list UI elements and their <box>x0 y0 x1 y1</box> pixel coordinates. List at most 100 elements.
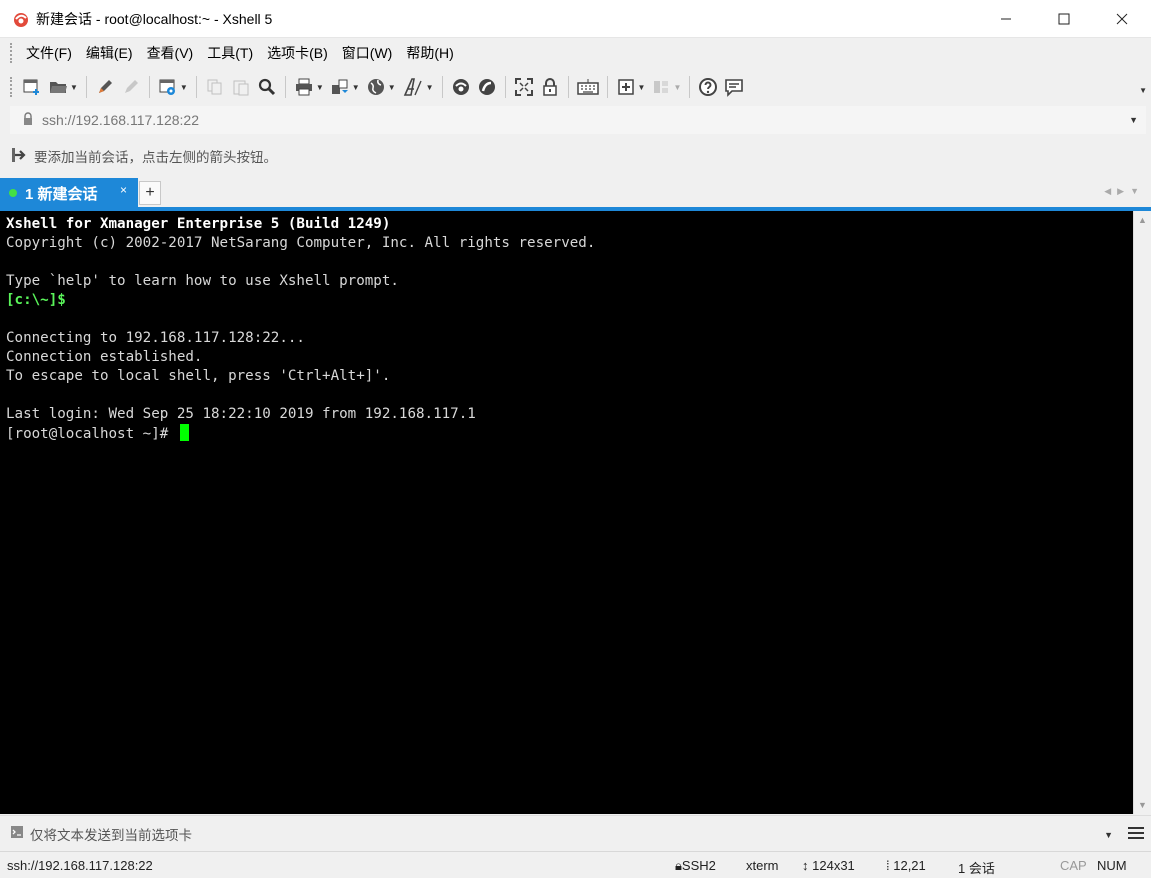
keyboard-button[interactable] <box>574 73 602 101</box>
window-title: 新建会话 - root@localhost:~ - Xshell 5 <box>36 10 273 27</box>
toolbar-separator <box>441 76 443 98</box>
menu-window[interactable]: 窗口(W) <box>335 41 400 65</box>
new-session-button[interactable] <box>19 73 45 101</box>
disconnect-button <box>118 73 144 101</box>
chevron-down-icon[interactable]: ▼ <box>352 83 360 92</box>
xagent-icon <box>478 79 495 95</box>
status-num: NUM <box>1097 858 1127 873</box>
terminal-line: Copyright (c) 2002-2017 NetSarang Comput… <box>6 235 596 251</box>
tab-navigation-icons[interactable]: ◀▶▼ <box>1104 186 1145 197</box>
chevron-down-icon[interactable]: ▼ <box>180 83 188 92</box>
session-hint-text: 要添加当前会话，点击左侧的箭头按钮。 <box>34 150 277 165</box>
open-folder-icon <box>50 82 67 93</box>
add-session-arrow-icon[interactable] <box>10 146 28 167</box>
session-hint-bar: 要添加当前会话，点击左侧的箭头按钮。 <box>0 138 1151 174</box>
print-button[interactable]: ▼ <box>291 73 327 101</box>
properties-button[interactable]: ▼ <box>155 73 191 101</box>
hamburger-menu-icon[interactable] <box>1127 825 1145 844</box>
window-controls <box>977 0 1151 38</box>
status-bar: ssh://192.168.117.128:22 🔒︎SSH2 xterm ↕ … <box>0 851 1151 878</box>
toolbar-separator <box>85 76 87 98</box>
compose-bar[interactable]: 仅将文本发送到当前选项卡 ▼ <box>0 815 1151 851</box>
status-caps: CAP <box>1060 858 1087 873</box>
menu-tools[interactable]: 工具(T) <box>200 41 260 65</box>
toolbar-separator <box>284 76 286 98</box>
tab-new-session[interactable]: 1 新建会话 × <box>0 178 138 208</box>
chat-button[interactable] <box>721 73 747 101</box>
terminal[interactable]: Xshell for Xmanager Enterprise 5 (Build … <box>0 211 1133 814</box>
font-button[interactable]: ▼ <box>399 73 437 101</box>
chat-icon <box>725 79 744 97</box>
add-tab-button[interactable]: + <box>139 181 161 205</box>
layout-button: ▼ <box>648 73 684 101</box>
terminal-line: Last login: Wed Sep 25 18:22:10 2019 fro… <box>6 406 476 422</box>
scroll-up-icon[interactable]: ▲ <box>1138 215 1147 225</box>
paste-icon <box>233 80 249 96</box>
maximize-button[interactable] <box>1035 0 1093 38</box>
toolbar-separator <box>567 76 569 98</box>
compose-dropdown-icon[interactable]: ▼ <box>1104 830 1113 840</box>
open-button[interactable]: ▼ <box>45 73 81 101</box>
fullscreen-icon <box>514 78 533 96</box>
minimize-button[interactable] <box>977 0 1035 38</box>
compose-icon <box>10 825 24 842</box>
toolbar-grip[interactable] <box>10 77 13 97</box>
xshell-logo-icon[interactable] <box>12 10 30 28</box>
menu-grip[interactable] <box>10 43 13 63</box>
menu-help[interactable]: 帮助(H) <box>399 41 460 65</box>
status-terminal-type: xterm <box>746 858 779 873</box>
menu-tabs[interactable]: 选项卡(B) <box>260 41 335 65</box>
terminal-line: To escape to local shell, press 'Ctrl+Al… <box>6 368 391 384</box>
terminal-line: Connecting to 192.168.117.128:22... <box>6 330 305 346</box>
xftp-icon <box>452 79 469 95</box>
status-cursor-text: 12,21 <box>893 858 926 873</box>
xftp-button[interactable] <box>448 73 474 101</box>
chevron-down-icon[interactable]: ▼ <box>638 83 646 92</box>
new-tab-button[interactable]: ▼ <box>613 73 649 101</box>
close-icon <box>1116 13 1128 25</box>
lock-icon <box>542 78 557 96</box>
address-input[interactable]: ssh://192.168.117.128:22 <box>42 112 199 128</box>
chevron-down-icon[interactable]: ▼ <box>426 83 434 92</box>
toolbar-separator <box>689 76 691 98</box>
close-button[interactable] <box>1093 0 1151 38</box>
transfer-button[interactable]: ▼ <box>327 73 363 101</box>
fullscreen-button[interactable] <box>511 73 537 101</box>
toolbar-separator <box>148 76 150 98</box>
new-tab-icon <box>617 79 634 95</box>
terminal-scrollbar[interactable]: ▲ ▼ <box>1133 211 1151 814</box>
connection-status-icon <box>9 189 17 197</box>
status-sessions: 1 会话 <box>958 861 995 876</box>
lock-button[interactable] <box>537 73 563 101</box>
close-tab-icon[interactable]: × <box>120 183 127 197</box>
xagent-button[interactable] <box>474 73 500 101</box>
globe-button[interactable]: ▼ <box>363 73 399 101</box>
transfer-icon <box>331 79 348 94</box>
tab-label: 1 新建会话 <box>25 185 98 203</box>
copy-icon <box>207 79 222 95</box>
find-button[interactable] <box>254 73 280 101</box>
menu-file[interactable]: 文件(F) <box>19 41 79 65</box>
menu-edit[interactable]: 编辑(E) <box>79 41 140 65</box>
help-button[interactable] <box>695 73 721 101</box>
maximize-icon <box>1058 13 1070 25</box>
address-bar[interactable]: ssh://192.168.117.128:22 ▼ <box>10 106 1146 134</box>
toolbar: ▼ ▼ ▼ ▼ ▼ ▼ ▼ ▼ ▼ <box>0 68 1151 106</box>
toolbar-separator <box>606 76 608 98</box>
paste-button <box>228 73 254 101</box>
chevron-down-icon[interactable]: ▼ <box>70 83 78 92</box>
compose-target-text[interactable]: 仅将文本发送到当前选项卡 <box>30 824 192 844</box>
plus-icon: + <box>145 184 155 201</box>
chevron-down-icon[interactable]: ▼ <box>388 83 396 92</box>
scroll-down-icon[interactable]: ▼ <box>1138 800 1147 810</box>
toolbar-overflow-icon[interactable]: ▼ <box>1139 86 1147 95</box>
help-icon <box>699 78 718 96</box>
menu-view[interactable]: 查看(V) <box>140 41 201 65</box>
reconnect-button[interactable] <box>92 73 118 101</box>
chevron-down-icon: ▼ <box>673 82 682 92</box>
chevron-down-icon[interactable]: ▼ <box>316 83 324 92</box>
address-dropdown-icon[interactable]: ▼ <box>1129 115 1138 125</box>
terminal-prompt: [root@localhost ~]# <box>6 426 177 442</box>
minimize-icon <box>1001 18 1011 20</box>
